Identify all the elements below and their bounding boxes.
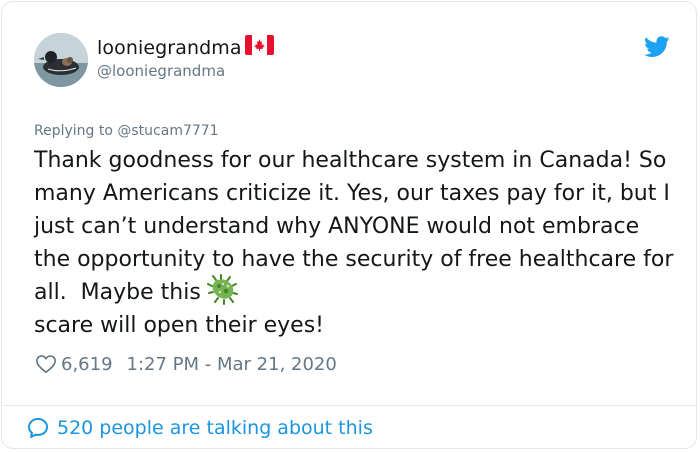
tweet-body: Thank goodness for our healthcare system… (34, 148, 681, 305)
reply-handle-link[interactable]: @stucam7771 (117, 123, 218, 139)
display-name[interactable]: looniegrandma (97, 35, 274, 60)
user-handle[interactable]: @looniegrandma (97, 62, 225, 80)
twitter-bird-icon[interactable] (644, 36, 670, 58)
tweet-body-tail: scare will open their eyes! (34, 313, 324, 338)
conversation-text[interactable]: 520 people are talking about this (57, 417, 373, 439)
tweet-meta: 6,619 1:27 PM - Mar 21, 2020 (35, 353, 337, 375)
avatar-image (34, 33, 88, 87)
tweet-card: looniegrandma @looniegrandma Replying to… (1, 1, 697, 449)
heart-icon[interactable] (35, 353, 57, 375)
display-name-text[interactable]: looniegrandma (97, 37, 242, 59)
tweet-text: Thank goodness for our healthcare system… (34, 144, 674, 342)
conversation-link[interactable]: 520 people are talking about this (26, 416, 373, 440)
timestamp[interactable]: 1:27 PM - Mar 21, 2020 (127, 354, 337, 375)
replying-prefix: Replying to (34, 123, 118, 139)
divider (2, 405, 696, 406)
microbe-icon (206, 273, 239, 305)
like-count[interactable]: 6,619 (61, 354, 113, 375)
replying-to: Replying to @stucam7771 (34, 123, 219, 139)
canada-flag-icon (244, 35, 274, 60)
avatar[interactable] (34, 33, 88, 87)
speech-bubble-icon (28, 418, 48, 438)
